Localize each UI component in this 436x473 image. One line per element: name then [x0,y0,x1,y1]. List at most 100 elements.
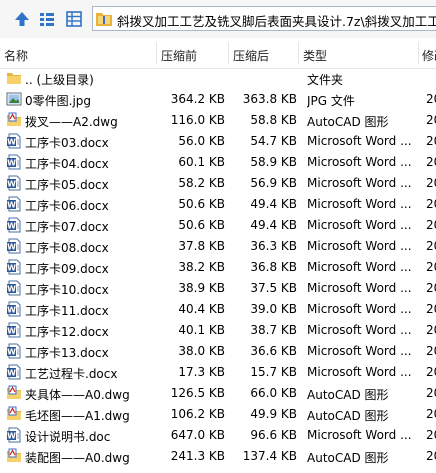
file-packed-size: 137.4 KB [242,449,297,463]
file-name: 工序卡10.docx [25,283,109,297]
file-size: 50.6 KB [178,218,225,232]
file-row[interactable]: W 工序卡13.docx 38.0 KB 36.6 KB Microsoft Word … [0,341,436,362]
file-size: 38.0 KB [178,344,225,358]
autocad-icon [6,448,22,464]
column-divider[interactable] [228,42,229,64]
file-modified: 20 [426,134,436,148]
file-packed-size: 36.8 KB [250,260,297,274]
column-type-header[interactable]: 类型 [303,47,327,64]
column-divider[interactable] [156,42,157,64]
word-icon: W [6,343,22,359]
file-row[interactable]: W 工序卡12.docx 40.1 KB 38.7 KB Microsoft Word … [0,320,436,341]
file-modified: 20 [426,428,436,442]
file-packed-size: 37.5 KB [250,281,297,295]
file-row[interactable]: W 设计说明书.doc 647.0 KB 96.6 KB Microsoft Word … [0,425,436,446]
file-name: 工艺过程卡.docx [25,367,118,381]
file-modified: 20 [426,260,436,274]
file-row[interactable]: .. (上级目录) 文件夹 [0,68,436,89]
file-size: 106.2 KB [170,407,225,421]
file-name: 工序卡05.docx [25,178,109,192]
file-packed-size: 56.9 KB [250,176,297,190]
file-packed-size: 36.6 KB [250,344,297,358]
file-modified: 20 [426,344,436,358]
file-row[interactable]: 拨叉——A2.dwg 116.0 KB 58.8 KB AutoCAD 图形 20 [0,110,436,131]
file-modified: 20 [426,197,436,211]
svg-text:W: W [7,180,16,189]
svg-text:W: W [7,432,16,441]
details-view-icon[interactable] [64,10,84,28]
file-size: 56.0 KB [178,134,225,148]
file-modified: 20 [426,176,436,190]
file-name: 毛坯图——A1.dwg [25,409,130,423]
column-size-header[interactable]: 压缩前 [161,47,197,64]
column-divider[interactable] [298,42,299,64]
file-size: 40.4 KB [178,302,225,316]
word-icon: W [6,280,22,296]
file-row[interactable]: W 工艺过程卡.docx 17.3 KB 15.7 KB Microsoft Word … [0,362,436,383]
file-row[interactable]: 夹具体——A0.dwg 126.5 KB 66.0 KB AutoCAD 图形 20 [0,383,436,404]
file-size: 364.2 KB [170,92,225,106]
file-type: AutoCAD 图形 [307,409,389,423]
file-modified: 20 [426,302,436,316]
file-name: 工序卡03.docx [25,136,109,150]
file-packed-size: 96.6 KB [250,428,297,442]
file-row[interactable]: W 工序卡10.docx 38.9 KB 37.5 KB Microsoft Word … [0,278,436,299]
word-icon: W [6,217,22,233]
file-row[interactable]: W 工序卡09.docx 38.2 KB 36.8 KB Microsoft Word … [0,257,436,278]
file-type: AutoCAD 图形 [307,451,389,465]
column-packed-header[interactable]: 压缩后 [233,47,269,64]
word-icon: W [6,259,22,275]
svg-text:W: W [7,159,16,168]
column-modified-header[interactable]: 修改 [422,47,436,64]
file-packed-size: 363.8 KB [242,92,297,106]
path-bar[interactable]: 斜拨叉加工工艺及铣叉脚后表面夹具设计.7z\斜拨叉加工工艺 [92,6,436,31]
file-name: .. (上级目录) [25,73,94,87]
file-modified: 20 [426,239,436,253]
file-size: 647.0 KB [170,428,225,442]
file-name: 装配图——A0.dwg [25,451,130,465]
column-name-header[interactable]: 名称 [4,47,28,64]
file-modified: 20 [426,407,436,421]
file-row[interactable]: W 工序卡07.docx 50.6 KB 49.4 KB Microsoft Word … [0,215,436,236]
file-name: 夹具体——A0.dwg [25,388,130,402]
image-icon [6,91,22,107]
svg-text:W: W [7,285,16,294]
file-row[interactable]: W 工序卡08.docx 37.8 KB 36.3 KB Microsoft Word … [0,236,436,257]
file-modified: 20 [426,386,436,400]
file-name: 工序卡04.docx [25,157,109,171]
word-icon: W [6,427,22,443]
up-arrow-icon[interactable] [12,10,32,28]
file-size: 38.9 KB [178,281,225,295]
file-modified: 20 [426,113,436,127]
list-view-icon[interactable] [37,10,57,28]
file-modified: 20 [426,92,436,106]
file-row[interactable]: 装配图——A0.dwg 241.3 KB 137.4 KB AutoCAD 图形 20 [0,446,436,467]
file-type: Microsoft Word ... [307,281,412,295]
file-type: Microsoft Word ... [307,323,412,337]
file-size: 40.1 KB [178,323,225,337]
file-row[interactable]: W 工序卡03.docx 56.0 KB 54.7 KB Microsoft Word … [0,131,436,152]
svg-text:W: W [7,138,16,147]
file-type: Microsoft Word ... [307,302,412,316]
file-row[interactable]: W 工序卡05.docx 58.2 KB 56.9 KB Microsoft Word … [0,173,436,194]
file-size: 50.6 KB [178,197,225,211]
column-header: 名称 压缩前 压缩后 类型 修改 [0,38,436,69]
file-row[interactable]: 毛坯图——A1.dwg 106.2 KB 49.9 KB AutoCAD 图形 20 [0,404,436,425]
path-text: 斜拨叉加工工艺及铣叉脚后表面夹具设计.7z\斜拨叉加工工艺 [117,14,436,29]
file-packed-size: 38.7 KB [250,323,297,337]
word-icon: W [6,175,22,191]
file-packed-size: 36.3 KB [250,239,297,253]
file-row[interactable]: W 工序卡04.docx 60.1 KB 58.9 KB Microsoft Word … [0,152,436,173]
file-row[interactable]: W 工序卡06.docx 50.6 KB 49.4 KB Microsoft Word … [0,194,436,215]
file-packed-size: 49.4 KB [250,218,297,232]
file-name: 工序卡09.docx [25,262,109,276]
file-type: Microsoft Word ... [307,365,412,379]
svg-text:W: W [7,306,16,315]
file-packed-size: 49.9 KB [250,407,297,421]
column-divider[interactable] [418,42,419,64]
file-type: AutoCAD 图形 [307,388,389,402]
file-size: 58.2 KB [178,176,225,190]
file-row[interactable]: 0零件图.jpg 364.2 KB 363.8 KB JPG 文件 20 [0,89,436,110]
autocad-icon [6,406,22,422]
file-row[interactable]: W 工序卡11.docx 40.4 KB 39.0 KB Microsoft Word … [0,299,436,320]
